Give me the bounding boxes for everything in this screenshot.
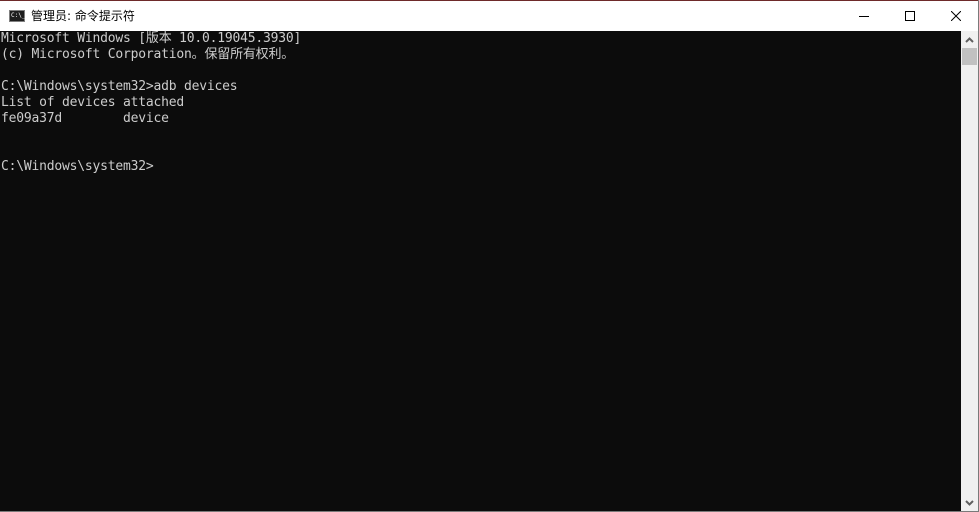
cmd-app-icon[interactable]: C:\_ [9,10,25,22]
scroll-down-button[interactable] [961,494,978,511]
scroll-up-button[interactable] [961,31,978,48]
window-title: 管理员: 命令提示符 [31,9,135,23]
chevron-down-icon [965,499,974,506]
console-prompt[interactable]: C:\Windows\system32> [1,159,154,175]
title-bar[interactable]: C:\_ 管理员: 命令提示符 [0,0,978,31]
close-button[interactable] [933,1,979,31]
minimize-button[interactable] [841,1,887,31]
console-output[interactable]: Microsoft Windows [版本 10.0.19045.3930] (… [0,31,961,511]
cmd-window: C:\_ 管理员: 命令提示符 Microsoft Windows [版本 10… [0,0,979,512]
scrollbar-thumb[interactable] [962,48,977,65]
chevron-up-icon [965,36,974,43]
console-line: fe09a37d device [1,111,169,126]
maximize-icon [905,11,915,21]
maximize-button[interactable] [887,1,933,31]
minimize-icon [859,16,869,17]
console-line: List of devices attached [1,95,185,110]
app-icon-glyph: C:\_ [11,12,26,19]
console-line: (c) Microsoft Corporation。保留所有权利。 [1,47,295,62]
close-icon [951,11,961,21]
vertical-scrollbar[interactable] [961,31,978,511]
console-line: C:\Windows\system32>adb devices [1,79,238,94]
console-line: Microsoft Windows [版本 10.0.19045.3930] [1,31,302,46]
